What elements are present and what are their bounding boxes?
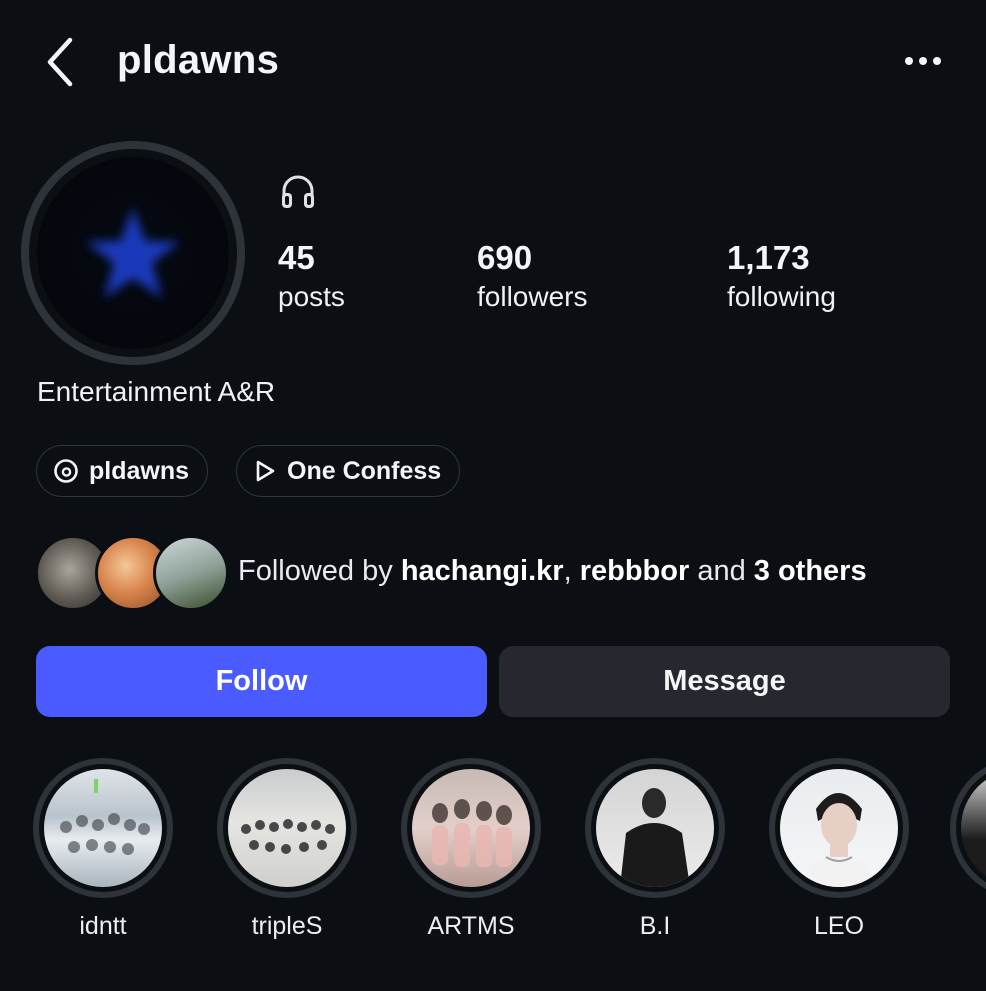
highlight-label: ARTMS <box>427 912 515 940</box>
one-confess-chip[interactable]: One Confess <box>236 445 461 497</box>
stat-followers[interactable]: 690 followers <box>477 238 587 316</box>
stat-posts-value: 45 <box>278 239 315 276</box>
stat-following-value: 1,173 <box>727 239 810 276</box>
story-highlight-triples[interactable]: tripleS <box>214 758 360 941</box>
highlight-cover-image <box>228 769 346 887</box>
profile-header: pldawns <box>0 0 986 120</box>
profile-avatar[interactable] <box>21 141 245 365</box>
profile-bio: Entertainment A&R <box>37 376 276 407</box>
followed-by-others: 3 others <box>753 555 867 587</box>
followed-by-user: rebbbor <box>579 555 690 587</box>
threads-icon <box>54 459 78 483</box>
avatar <box>153 535 229 611</box>
headphones-icon[interactable] <box>278 172 318 212</box>
play-icon <box>256 460 275 482</box>
highlight-label: LEO <box>813 912 865 940</box>
story-highlight-artms[interactable]: ARTMS <box>398 758 544 941</box>
stat-following-label: following <box>727 281 836 312</box>
stat-posts-label: posts <box>278 281 345 312</box>
message-button[interactable]: Message <box>499 646 950 717</box>
highlight-cover-image <box>780 769 898 887</box>
one-confess-chip-label: One Confess <box>287 456 442 485</box>
avatar-star-image <box>37 157 229 349</box>
threads-link-chip[interactable]: pldawns <box>36 445 209 497</box>
story-highlight-partial[interactable] <box>950 758 986 898</box>
followed-by-user: hachangi.kr <box>400 555 564 587</box>
followed-by-prefix: Followed by <box>238 555 401 587</box>
highlight-label: B.I <box>639 912 671 940</box>
followed-by-separator: , <box>563 555 580 587</box>
highlight-cover-image <box>44 769 162 887</box>
story-highlight-idntt[interactable]: idntt <box>30 758 176 941</box>
stat-following[interactable]: 1,173 following <box>727 238 836 316</box>
followed-by-and: and <box>689 555 754 587</box>
highlight-label: tripleS <box>251 912 323 940</box>
story-highlight-leo[interactable]: LEO <box>766 758 912 941</box>
follow-button[interactable]: Follow <box>36 646 487 717</box>
threads-chip-label: pldawns <box>89 456 190 485</box>
highlight-cover-image <box>596 769 714 887</box>
more-options-icon[interactable] <box>898 44 948 80</box>
highlight-cover-image <box>412 769 530 887</box>
mutual-followers-avatars[interactable] <box>35 535 229 611</box>
profile-username-title: pldawns <box>117 38 280 82</box>
stat-followers-label: followers <box>477 281 588 312</box>
back-arrow-icon[interactable] <box>40 34 84 90</box>
highlight-label: idntt <box>79 912 127 940</box>
story-highlight-bi[interactable]: B.I <box>582 758 728 941</box>
followed-by-text[interactable]: Followed by hachangi.kr, rebbbor and 3 o… <box>238 555 867 588</box>
stat-posts[interactable]: 45 posts <box>278 238 345 316</box>
stat-followers-value: 690 <box>477 239 533 276</box>
